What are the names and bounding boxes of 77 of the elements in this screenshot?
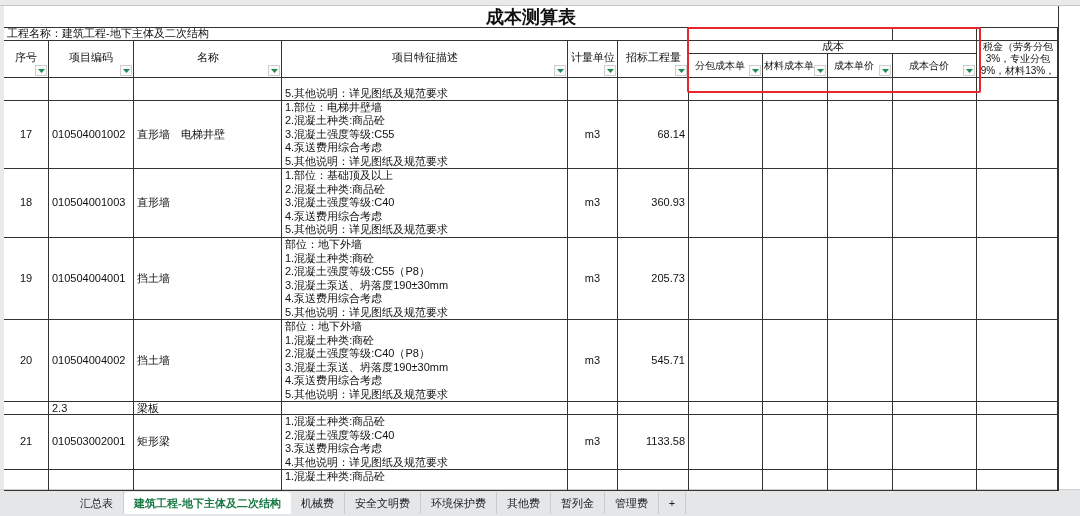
description-line: 2.混凝土种类:商品砼 bbox=[285, 182, 387, 197]
column-header: 计量单位 bbox=[570, 51, 615, 65]
column-header: 成本单价 bbox=[834, 58, 874, 73]
row-number: 18 bbox=[19, 196, 33, 210]
description-line: 1.部位：基础顶及以上 bbox=[285, 169, 395, 183]
item-code: 010504004002 bbox=[52, 353, 126, 368]
description-line: 3.混凝土泵送、坍落度190±30mm bbox=[285, 278, 449, 292]
description-line: 4.其他说明：详见图纸及规范要求 bbox=[285, 455, 449, 469]
column-header: 项目特征描述 bbox=[391, 51, 458, 65]
sheet-tab[interactable]: 环境保护费 bbox=[420, 492, 497, 514]
description-line: 部位：地下外墙 bbox=[285, 320, 363, 334]
sheet-title: 成本测算表 bbox=[486, 9, 576, 24]
column-header: 分包成本单 bbox=[694, 58, 745, 73]
unit: m3 bbox=[584, 435, 601, 449]
description-line: 3.混凝土强度等级:C40 bbox=[285, 196, 396, 210]
description-line: 2.混凝土强度等级:C40 bbox=[285, 428, 396, 442]
item-name: 挡土墙 bbox=[137, 271, 170, 286]
item-code: 010504004001 bbox=[52, 271, 126, 286]
description-line: 1.部位：电梯井壁墙 bbox=[285, 101, 384, 115]
description-line: 4.泵送费用综合考虑 bbox=[285, 292, 384, 306]
description-line: 3.混凝土泵送、坍落度190±30mm bbox=[285, 360, 449, 374]
item-code: 2.3 bbox=[52, 402, 68, 414]
description-line: 5.其他说明：详见图纸及规范要求 bbox=[285, 305, 449, 319]
quantity: 68.14 bbox=[657, 127, 685, 142]
sheet-tab[interactable]: + bbox=[658, 492, 687, 514]
column-header: 名称 bbox=[196, 51, 219, 65]
description-line: 2.混凝土强度等级:C55（P8） bbox=[285, 265, 431, 279]
item-code: 010504001003 bbox=[52, 196, 126, 210]
item-code: 010503002001 bbox=[52, 435, 126, 449]
description-line: 4.泵送费用综合考虑 bbox=[285, 209, 384, 224]
unit: m3 bbox=[584, 271, 601, 286]
row-number: 19 bbox=[19, 271, 33, 286]
description-line: 1.混凝土种类:商品砼 bbox=[285, 470, 386, 484]
description-line: 3.混凝土强度等级:C55 bbox=[285, 127, 396, 142]
row-number: 21 bbox=[19, 435, 33, 449]
row-number: 20 bbox=[19, 353, 33, 368]
description-line: 1.混凝土种类:商品砼 bbox=[285, 415, 387, 429]
item-name: 直形墙 bbox=[137, 196, 170, 210]
sheet-tab[interactable]: 其他费 bbox=[496, 492, 551, 514]
sheet-tab[interactable]: 暂列金 bbox=[550, 492, 605, 514]
description-line: 4.泵送费用综合考虑 bbox=[285, 141, 384, 155]
column-header: 材料成本单 bbox=[764, 58, 814, 73]
column-header: 税金（劳务分包3%，专业分包9%，材料13%， bbox=[979, 41, 1056, 77]
column-header: 招标工程量 bbox=[625, 51, 681, 65]
sheet-tab[interactable]: 建筑工程-地下主体及二次结构 bbox=[124, 492, 291, 514]
description-line: 5.其他说明：详见图纸及规范要求 bbox=[285, 223, 449, 237]
description-line: 5.其他说明：详见图纸及规范要求 bbox=[285, 86, 449, 100]
group-header: 成本 bbox=[821, 41, 844, 53]
item-name: 矩形梁 bbox=[137, 435, 170, 449]
sheet-tab[interactable]: 管理费 bbox=[604, 492, 659, 514]
description-line: 4.泵送费用综合考虑 bbox=[285, 374, 384, 388]
column-header: 项目编码 bbox=[69, 51, 113, 65]
description-line: 1.混凝土种类:商砼 bbox=[285, 333, 376, 347]
column-header: 成本合价 bbox=[908, 58, 949, 73]
column-header: 序号 bbox=[15, 51, 37, 65]
unit: m3 bbox=[584, 196, 601, 210]
unit: m3 bbox=[584, 353, 601, 368]
sheet-tab[interactable]: 机械费 bbox=[290, 492, 345, 514]
sheet-tab[interactable]: 安全文明费 bbox=[344, 492, 421, 514]
item-name: 挡土墙 bbox=[137, 353, 170, 368]
project-name: 工程名称：建筑工程-地下主体及二次结构 bbox=[7, 28, 209, 40]
description-line: 2.混凝土种类:商品砼 bbox=[285, 114, 387, 128]
quantity: 1133.58 bbox=[646, 435, 685, 449]
description-line: 2.混凝土强度等级:C40（P8） bbox=[285, 347, 431, 361]
item-name: 直形墙 电梯井壁 bbox=[137, 127, 225, 142]
quantity: 205.73 bbox=[651, 271, 685, 286]
description-line: 1.混凝土种类:商砼 bbox=[285, 251, 376, 265]
row-number: 17 bbox=[19, 127, 33, 142]
quantity: 360.93 bbox=[651, 196, 685, 210]
item-name: 梁板 bbox=[137, 402, 159, 414]
quantity: 545.71 bbox=[651, 353, 685, 368]
description-line: 3.泵送费用综合考虑 bbox=[285, 442, 384, 456]
item-code: 010504001002 bbox=[52, 127, 126, 142]
description-line: 5.其他说明：详见图纸及规范要求 bbox=[285, 387, 449, 401]
description-line: 5.其他说明：详见图纸及规范要求 bbox=[285, 154, 449, 168]
unit: m3 bbox=[584, 127, 601, 142]
description-line: 部位：地下外墙 bbox=[285, 238, 363, 252]
